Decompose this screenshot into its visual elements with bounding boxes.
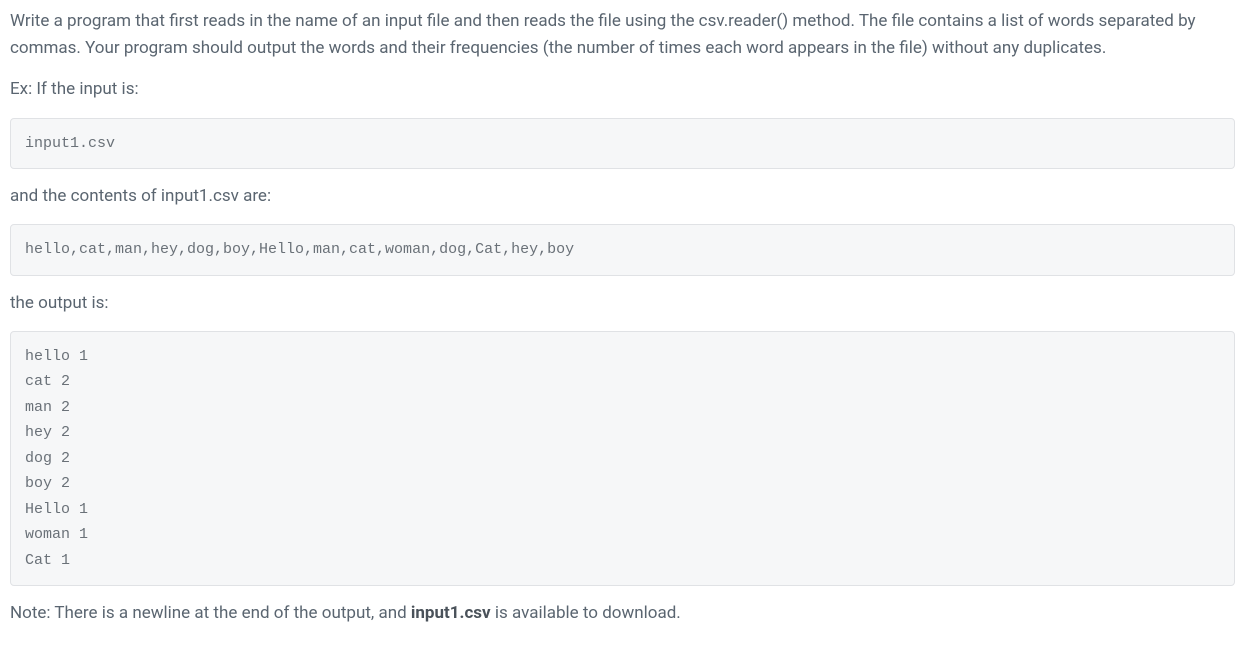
example-input-label: Ex: If the input is: [10, 76, 1235, 103]
intro-paragraph: Write a program that first reads in the … [10, 8, 1235, 62]
output-block: hello 1 cat 2 man 2 hey 2 dog 2 boy 2 He… [10, 331, 1235, 587]
output-label: the output is: [10, 290, 1235, 317]
note-bold-filename: input1.csv [411, 603, 491, 623]
note-prefix: Note: There is a newline at the end of t… [10, 603, 411, 623]
contents-label: and the contents of input1.csv are: [10, 183, 1235, 210]
note-paragraph: Note: There is a newline at the end of t… [10, 600, 1235, 627]
input-filename-block: input1.csv [10, 118, 1235, 170]
note-suffix: is available to download. [491, 603, 681, 623]
csv-contents-block: hello,cat,man,hey,dog,boy,Hello,man,cat,… [10, 224, 1235, 276]
